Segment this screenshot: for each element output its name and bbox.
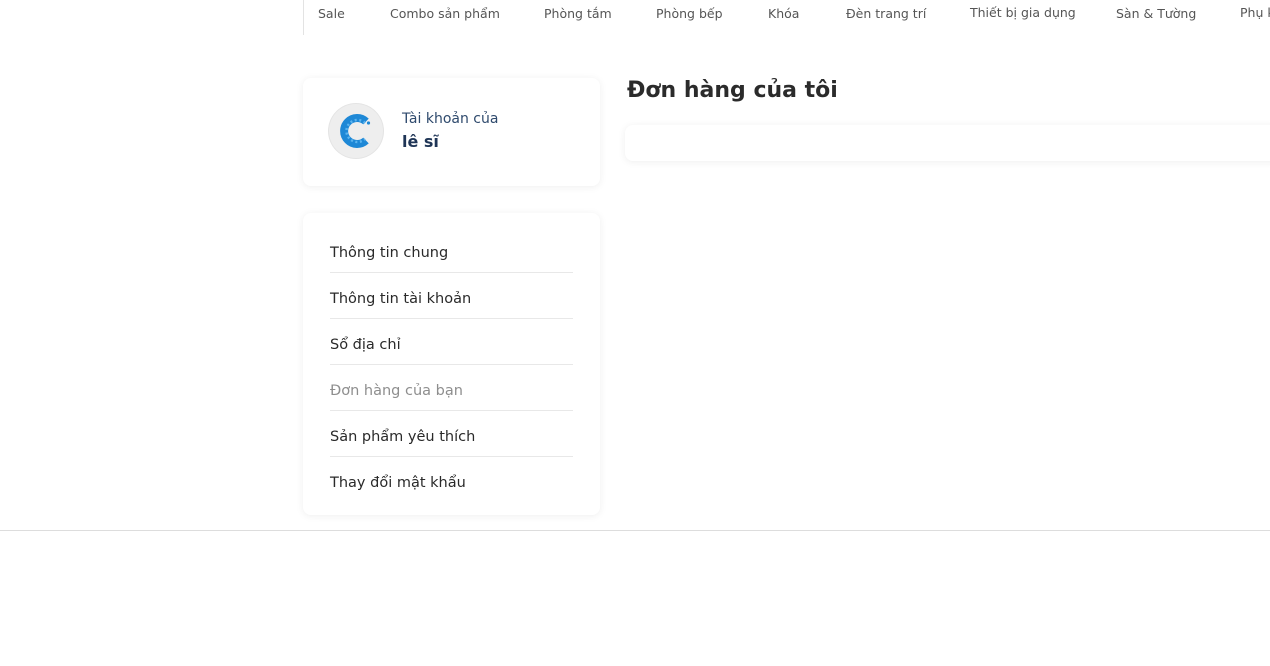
menu-item-label: Thông tin chung [330,245,449,261]
nav-item-accessories[interactable]: Phụ k [1240,5,1270,20]
page-title: Đơn hàng của tôi [627,78,838,103]
menu-item-label: Thay đổi mật khẩu [330,475,466,491]
nav-item-bathroom[interactable]: Phòng tắm [544,6,612,21]
nav-item-appliances[interactable]: Thiết bị gia dụng [970,5,1076,20]
menu-item-general-info[interactable]: Thông tin chung [330,226,573,273]
nav-item-sale[interactable]: Sale [318,6,345,21]
orders-panel [625,125,1270,161]
menu-item-orders[interactable]: Đơn hàng của bạn [330,364,573,411]
account-menu: Thông tin chung Thông tin tài khoản Sổ đ… [303,213,600,515]
account-orders-page: Sale Combo sản phẩm Phòng tắm Phòng bếp … [0,0,1270,666]
c-logo-icon [340,114,371,148]
menu-item-address-book[interactable]: Sổ địa chỉ [330,318,573,365]
menu-item-wishlist[interactable]: Sản phẩm yêu thích [330,410,573,457]
menu-item-label: Thông tin tài khoản [330,291,472,307]
account-name: lê sĩ [402,132,439,151]
menu-item-label: Sản phẩm yêu thích [330,429,476,445]
menu-item-label: Sổ địa chỉ [330,337,401,353]
nav-item-kitchen[interactable]: Phòng bếp [656,6,723,21]
top-navigation: Sale Combo sản phẩm Phòng tắm Phòng bếp … [0,0,1270,36]
footer-divider [0,530,1270,531]
menu-item-label: Đơn hàng của bạn [330,383,463,399]
menu-item-change-password[interactable]: Thay đổi mật khẩu [330,456,573,502]
nav-item-lighting[interactable]: Đèn trang trí [846,6,926,21]
avatar [329,104,383,158]
nav-divider [303,0,304,35]
nav-item-floor-wall[interactable]: Sàn & Tường [1116,6,1196,21]
account-card: Tài khoản của lê sĩ [303,78,600,186]
nav-item-combo[interactable]: Combo sản phẩm [390,6,500,21]
menu-item-account-info[interactable]: Thông tin tài khoản [330,272,573,319]
nav-item-locks[interactable]: Khóa [768,6,799,21]
account-caption: Tài khoản của [402,111,499,127]
